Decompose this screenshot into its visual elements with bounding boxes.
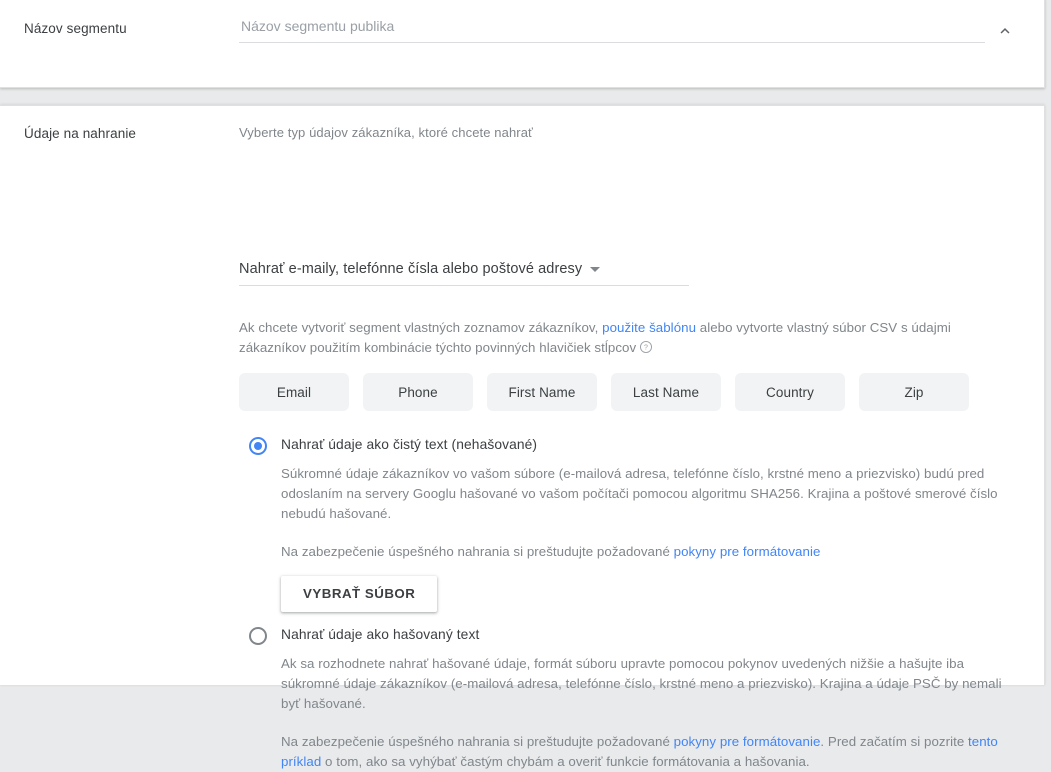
chip-phone: Phone (363, 373, 473, 411)
svg-text:?: ? (644, 345, 648, 352)
segment-name-label: Názov segmentu (24, 21, 127, 36)
formatting-guidelines-link-2[interactable]: pokyny pre formátovanie (674, 734, 821, 749)
plain-text-note: Na zabezpečenie úspešného nahrania si pr… (281, 542, 1009, 562)
chip-email: Email (239, 373, 349, 411)
segment-name-input[interactable] (239, 17, 985, 43)
upload-type-select[interactable]: Nahrať e-maily, telefónne čísla alebo po… (239, 261, 689, 286)
column-header-chips: Email Phone First Name Last Name Country… (239, 373, 969, 411)
upload-type-hint: Vyberte typ údajov zákazníka, ktoré chce… (239, 125, 534, 140)
csv-description: Ak chcete vytvoriť segment vlastných zoz… (239, 318, 991, 360)
radio-button-unselected-icon[interactable] (249, 627, 267, 645)
hashed-text-note-part2: . Pred začatím si pozrite (820, 734, 969, 749)
help-circle-icon[interactable]: ? (639, 340, 653, 360)
radio-option-plain-text-body: Súkromné údaje zákazníkov vo vašom súbor… (281, 464, 1009, 562)
upload-data-label: Údaje na nahranie (24, 126, 137, 141)
radio-option-plain-text-label: Nahrať údaje ako čistý text (nehašované) (281, 437, 538, 452)
chip-first-name: First Name (487, 373, 597, 411)
formatting-guidelines-link-1[interactable]: pokyny pre formátovanie (674, 544, 821, 559)
hashed-text-note: Na zabezpečenie úspešného nahrania si pr… (281, 732, 1024, 772)
chevron-up-icon[interactable] (993, 19, 1017, 43)
upload-type-select-value: Nahrať e-maily, telefónne čísla alebo po… (239, 261, 583, 277)
template-link[interactable]: použite šablónu (602, 320, 696, 335)
chip-country: Country (735, 373, 845, 411)
radio-button-selected-icon[interactable] (249, 437, 267, 455)
radio-option-hashed-text-header[interactable]: Nahrať údaje ako hašovaný text (249, 626, 1024, 645)
segment-name-card: Názov segmentu (0, 0, 1045, 88)
segment-name-field (239, 17, 985, 43)
plain-text-description: Súkromné údaje zákazníkov vo vašom súbor… (281, 466, 998, 521)
upload-data-card: Údaje na nahranie Vyberte typ údajov zák… (0, 105, 1045, 769)
plain-text-note-part1: Na zabezpečenie úspešného nahrania si pr… (281, 544, 674, 559)
chip-last-name: Last Name (611, 373, 721, 411)
radio-option-plain-text-header[interactable]: Nahrať údaje ako čistý text (nehašované) (249, 436, 1009, 455)
radio-option-plain-text: Nahrať údaje ako čistý text (nehašované)… (249, 436, 1009, 612)
select-file-button[interactable]: VYBRAŤ SÚBOR (281, 576, 438, 612)
chevron-down-icon (590, 266, 601, 272)
radio-option-hashed-text: Nahrať údaje ako hašovaný text Ak sa roz… (249, 626, 1024, 772)
radio-option-hashed-text-label: Nahrať údaje ako hašovaný text (281, 627, 480, 642)
chip-zip: Zip (859, 373, 969, 411)
hashed-text-note-part1: Na zabezpečenie úspešného nahrania si pr… (281, 734, 674, 749)
page-root: Názov segmentu Údaje na nahranie Vyberte… (0, 0, 1051, 769)
hashed-text-note-part3: o tom, ako sa vyhýbať častým chybám a ov… (321, 754, 810, 769)
hashed-text-description: Ak sa rozhodnete nahrať hašované údaje, … (281, 656, 1002, 711)
csv-description-part1: Ak chcete vytvoriť segment vlastných zoz… (239, 320, 603, 335)
radio-option-hashed-text-body: Ak sa rozhodnete nahrať hašované údaje, … (281, 654, 1024, 772)
